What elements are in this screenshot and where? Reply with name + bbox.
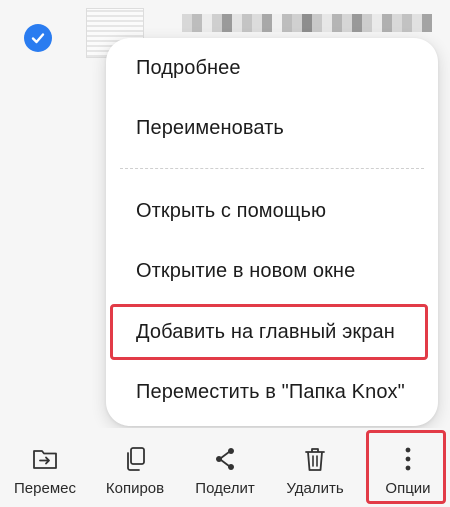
menu-item-rename[interactable]: Переименовать [106, 101, 438, 155]
toolbar-delete-button[interactable]: Удалить [270, 428, 360, 507]
menu-item-label: Открыть с помощью [136, 199, 327, 222]
menu-item-open-with[interactable]: Открыть с помощью [106, 184, 438, 238]
move-folder-icon [32, 446, 58, 472]
trash-icon [302, 446, 328, 472]
toolbar-label: Поделит [195, 480, 255, 497]
menu-item-open-new-window[interactable]: Открытие в новом окне [106, 244, 438, 298]
highlight-box-options [366, 430, 446, 504]
toolbar-share-button[interactable]: Поделит [180, 428, 270, 507]
toolbar-label: Удалить [286, 480, 344, 497]
toolbar-label: Перемес [14, 480, 76, 497]
menu-item-move-to-knox[interactable]: Переместить в "Папка Knox" [106, 365, 438, 419]
toolbar-copy-button[interactable]: Копиров [90, 428, 180, 507]
menu-divider [120, 168, 424, 169]
menu-item-details[interactable]: Подробнее [106, 41, 438, 95]
copy-icon [122, 446, 148, 472]
highlight-box-add-to-home [110, 304, 428, 360]
toolbar-label: Копиров [105, 480, 165, 497]
blurred-filename [182, 14, 432, 32]
toolbar-move-button[interactable]: Перемес [0, 428, 90, 507]
menu-item-label: Подробнее [136, 56, 241, 79]
context-menu: Подробнее Переименовать Открыть с помощь… [106, 38, 438, 426]
selected-check-icon[interactable] [24, 24, 52, 52]
share-icon [212, 446, 238, 472]
menu-item-label: Переименовать [136, 116, 284, 139]
menu-item-label: Открытие в новом окне [136, 259, 356, 282]
menu-item-label: Переместить в "Папка Knox" [136, 380, 405, 403]
screen: Подробнее Переименовать Открыть с помощь… [0, 0, 450, 507]
